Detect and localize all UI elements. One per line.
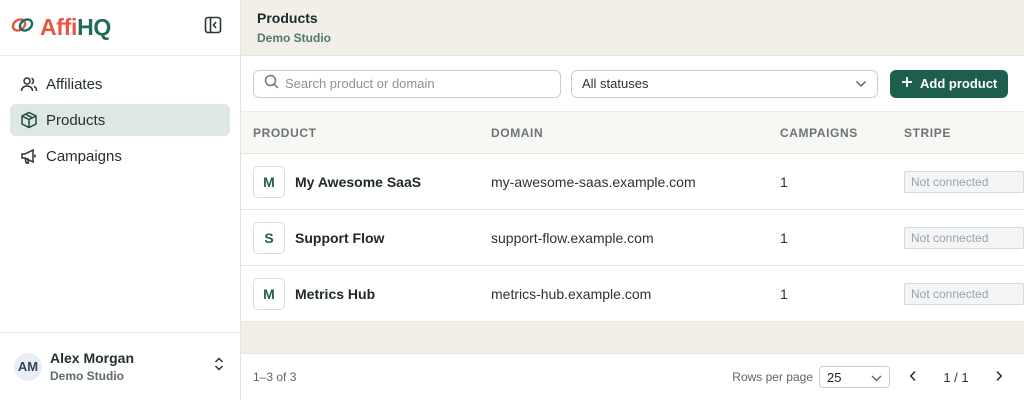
table-row[interactable]: M My Awesome SaaS my-awesome-saas.exampl… bbox=[241, 154, 1024, 210]
stripe-status-badge: Not connected bbox=[904, 226, 1024, 249]
column-header-campaigns[interactable]: CAMPAIGNS bbox=[768, 126, 892, 140]
table-row[interactable]: S Support Flow support-flow.example.com … bbox=[241, 210, 1024, 266]
product-domain: support-flow.example.com bbox=[491, 229, 654, 246]
next-page-button[interactable] bbox=[986, 364, 1012, 390]
sidebar-item-products[interactable]: Products bbox=[10, 104, 230, 136]
megaphone-icon bbox=[20, 147, 38, 165]
product-name[interactable]: Metrics Hub bbox=[295, 286, 375, 302]
sidebar-item-label: Products bbox=[46, 111, 106, 129]
chevron-right-icon bbox=[995, 370, 1003, 385]
table-header: PRODUCT DOMAIN CAMPAIGNS STRIPE bbox=[241, 112, 1024, 154]
table-row[interactable]: M Metrics Hub metrics-hub.example.com 1 … bbox=[241, 266, 1024, 322]
app-logo[interactable]: AffiHQ bbox=[10, 14, 111, 41]
chevron-down-icon bbox=[855, 76, 867, 91]
search-icon bbox=[264, 74, 279, 94]
status-filter-select[interactable]: All statuses bbox=[571, 69, 878, 98]
page-title: Products bbox=[257, 10, 318, 26]
table-footer: 1–3 of 3 Rows per page 25 1 / 1 bbox=[241, 353, 1024, 400]
sidebar-item-affiliates[interactable]: Affiliates bbox=[10, 68, 230, 100]
product-campaigns: 1 bbox=[780, 285, 788, 302]
sidebar-item-label: Campaigns bbox=[46, 147, 122, 165]
sidebar-collapse-icon bbox=[204, 16, 222, 39]
page-header: Products Demo Studio bbox=[241, 0, 1024, 56]
user-name: Alex Morgan bbox=[50, 350, 135, 366]
brand-bar: AffiHQ bbox=[0, 0, 240, 56]
product-initial: M bbox=[253, 165, 285, 198]
logo-text-hq: HQ bbox=[77, 14, 112, 40]
main-content: Products Demo Studio All statuses bbox=[241, 0, 1024, 400]
toolbar: All statuses Add product bbox=[241, 56, 1024, 112]
chevron-left-icon bbox=[909, 370, 917, 385]
column-header-product[interactable]: PRODUCT bbox=[241, 126, 479, 140]
rows-per-page-label: Rows per page bbox=[732, 370, 813, 385]
rows-per-page-value: 25 bbox=[827, 369, 842, 385]
page-subtitle: Demo Studio bbox=[257, 31, 331, 45]
page-indicator: 1 / 1 bbox=[943, 369, 969, 385]
avatar: AM bbox=[14, 352, 42, 381]
collapse-sidebar-button[interactable] bbox=[202, 16, 224, 39]
search-input[interactable] bbox=[285, 76, 550, 91]
product-campaigns: 1 bbox=[780, 229, 788, 246]
box-icon bbox=[20, 111, 38, 129]
users-icon bbox=[20, 75, 38, 93]
search-box bbox=[253, 69, 561, 98]
product-initial: M bbox=[253, 277, 285, 310]
logo-mark-icon bbox=[10, 14, 36, 41]
user-menu[interactable]: AM Alex Morgan Demo Studio bbox=[0, 332, 240, 400]
column-header-domain[interactable]: DOMAIN bbox=[479, 126, 768, 140]
product-campaigns: 1 bbox=[780, 173, 788, 190]
sidebar-item-campaigns[interactable]: Campaigns bbox=[10, 140, 230, 172]
add-product-button[interactable]: Add product bbox=[890, 69, 1009, 98]
product-domain: my-awesome-saas.example.com bbox=[491, 173, 696, 190]
plus-icon bbox=[901, 76, 913, 91]
pagination-range: 1–3 of 3 bbox=[253, 370, 297, 385]
user-org: Demo Studio bbox=[50, 369, 124, 383]
product-domain: metrics-hub.example.com bbox=[491, 285, 652, 302]
status-filter-value: All statuses bbox=[582, 76, 649, 91]
logo-text-affi: Affi bbox=[40, 14, 78, 40]
rows-per-page-select[interactable]: 25 bbox=[819, 366, 890, 389]
stripe-status-badge: Not connected bbox=[904, 282, 1024, 305]
products-panel: All statuses Add product bbox=[241, 56, 1024, 322]
add-product-label: Add product bbox=[920, 76, 998, 91]
chevron-up-down-icon bbox=[212, 356, 226, 377]
table-empty-area bbox=[241, 322, 1024, 354]
sidebar-item-label: Affiliates bbox=[46, 75, 103, 93]
sidebar: AffiHQ Affiliates Products Campaigns AM … bbox=[0, 0, 241, 400]
logo-text: AffiHQ bbox=[40, 14, 111, 41]
sidebar-nav: Affiliates Products Campaigns bbox=[0, 56, 240, 184]
column-header-stripe[interactable]: STRIPE bbox=[892, 126, 1024, 140]
product-name[interactable]: Support Flow bbox=[295, 230, 384, 246]
stripe-status-badge: Not connected bbox=[904, 170, 1024, 193]
chevron-down-icon bbox=[871, 370, 882, 385]
product-initial: S bbox=[253, 221, 285, 254]
previous-page-button[interactable] bbox=[900, 364, 926, 390]
product-name[interactable]: My Awesome SaaS bbox=[295, 174, 421, 190]
